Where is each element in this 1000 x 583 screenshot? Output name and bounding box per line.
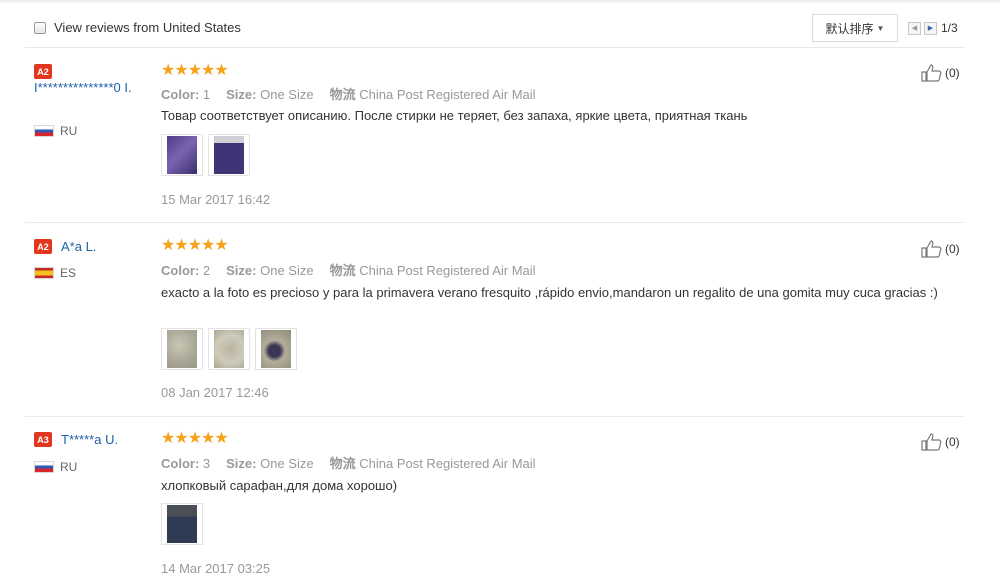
pagination: ◀ ▶ 1/3 — [908, 21, 958, 35]
size-value: One Size — [260, 263, 314, 278]
size-label: Size: — [226, 456, 257, 471]
helpful-button[interactable]: (0) — [921, 240, 960, 258]
russia-flag-icon — [34, 125, 54, 137]
star-rating: ★★★★★ — [161, 430, 229, 447]
review-meta: Color: 3 Size: One Size 物流 China Post Regi… — [161, 453, 536, 472]
page-indicator: 1/3 — [941, 21, 958, 35]
reviewer-name[interactable]: A*a L. — [61, 238, 96, 255]
shipping-label: 物流 — [329, 263, 356, 278]
star-rating: ★★★★★ — [161, 62, 229, 79]
review-meta: Color: 2 Size: One Size 物流 China Post Regi… — [161, 260, 536, 279]
helpful-count: (0) — [945, 66, 960, 80]
review-photo[interactable] — [161, 328, 203, 370]
shipping-label: 物流 — [329, 456, 356, 471]
reviews-toolbar: View reviews from United States 默认排序 ▼ ◀… — [25, 12, 965, 48]
star-rating: ★★★★★ — [161, 237, 229, 254]
shipping-value: China Post Registered Air Mail — [359, 456, 536, 471]
thumbs-up-icon — [921, 433, 942, 451]
country-code: RU — [60, 124, 78, 138]
filter-label: View reviews from United States — [54, 20, 241, 35]
review-item: A2 A*a L. ES ★★★★★ Color: 2 Size: One Siz… — [25, 224, 965, 417]
buyer-level-badge: A2 — [34, 239, 52, 254]
reviewer-country: ES — [34, 266, 76, 280]
color-label: Color: — [161, 263, 200, 278]
filter-checkbox[interactable] — [34, 21, 46, 34]
russia-flag-icon — [34, 461, 54, 473]
shipping-label: 物流 — [329, 87, 356, 102]
review-photo[interactable] — [208, 134, 250, 176]
helpful-button[interactable]: (0) — [921, 64, 960, 82]
reviewer-country: RU — [34, 124, 77, 138]
reviewer-name[interactable]: T*****a U. — [61, 431, 118, 448]
shipping-value: China Post Registered Air Mail — [359, 87, 536, 102]
reviewer-country: RU — [34, 460, 77, 474]
helpful-count: (0) — [945, 435, 960, 449]
top-shadow — [0, 0, 1000, 4]
size-value: One Size — [260, 456, 314, 471]
review-photos — [161, 134, 255, 176]
review-photo[interactable] — [161, 503, 203, 545]
review-text: exacto a la foto es precioso y para la p… — [161, 285, 938, 300]
us-reviews-filter[interactable]: View reviews from United States — [34, 20, 241, 35]
color-value: 2 — [202, 263, 211, 278]
review-date: 15 Mar 2017 16:42 — [161, 192, 271, 207]
review-photos — [161, 328, 302, 370]
size-value: One Size — [260, 87, 314, 102]
review-date: 14 Mar 2017 03:25 — [161, 561, 271, 576]
review-photo[interactable] — [161, 134, 203, 176]
buyer-level-badge: A3 — [34, 432, 52, 447]
prev-page-icon[interactable]: ◀ — [908, 21, 921, 35]
review-text: Товар соответствует описанию. После стир… — [161, 108, 748, 123]
size-label: Size: — [226, 87, 257, 102]
thumbs-up-icon — [921, 240, 942, 258]
country-code: RU — [60, 460, 78, 474]
shipping-value: China Post Registered Air Mail — [359, 263, 536, 278]
sort-label: 默认排序 — [825, 21, 874, 36]
review-photo[interactable] — [208, 328, 250, 370]
review-item: A3 T*****a U. RU ★★★★★ Color: 3 Size: One… — [25, 418, 965, 583]
review-date: 08 Jan 2017 12:46 — [161, 385, 269, 400]
country-code: ES — [60, 266, 77, 280]
helpful-button[interactable]: (0) — [921, 433, 960, 451]
spain-flag-icon — [34, 267, 54, 279]
review-photos — [161, 503, 208, 545]
review-text: хлопковый сарафан,для дома хорошо) — [161, 478, 398, 493]
next-page-icon[interactable]: ▶ — [924, 21, 937, 35]
review-item: A2 I***************0 I. RU ★★★★★ Color: … — [25, 48, 965, 223]
color-value: 3 — [202, 456, 211, 471]
color-value: 1 — [202, 87, 211, 102]
buyer-level-badge: A2 — [34, 64, 52, 79]
color-label: Color: — [161, 456, 200, 471]
helpful-count: (0) — [945, 242, 960, 256]
review-meta: Color: 1 Size: One Size 物流 China Post Regi… — [161, 84, 536, 103]
chevron-down-icon: ▼ — [876, 23, 885, 33]
size-label: Size: — [226, 263, 257, 278]
thumbs-up-icon — [921, 64, 942, 82]
sort-dropdown[interactable]: 默认排序 ▼ — [812, 14, 898, 42]
reviewer-name[interactable]: I***************0 I. — [34, 79, 152, 96]
color-label: Color: — [161, 87, 200, 102]
review-photo[interactable] — [255, 328, 297, 370]
